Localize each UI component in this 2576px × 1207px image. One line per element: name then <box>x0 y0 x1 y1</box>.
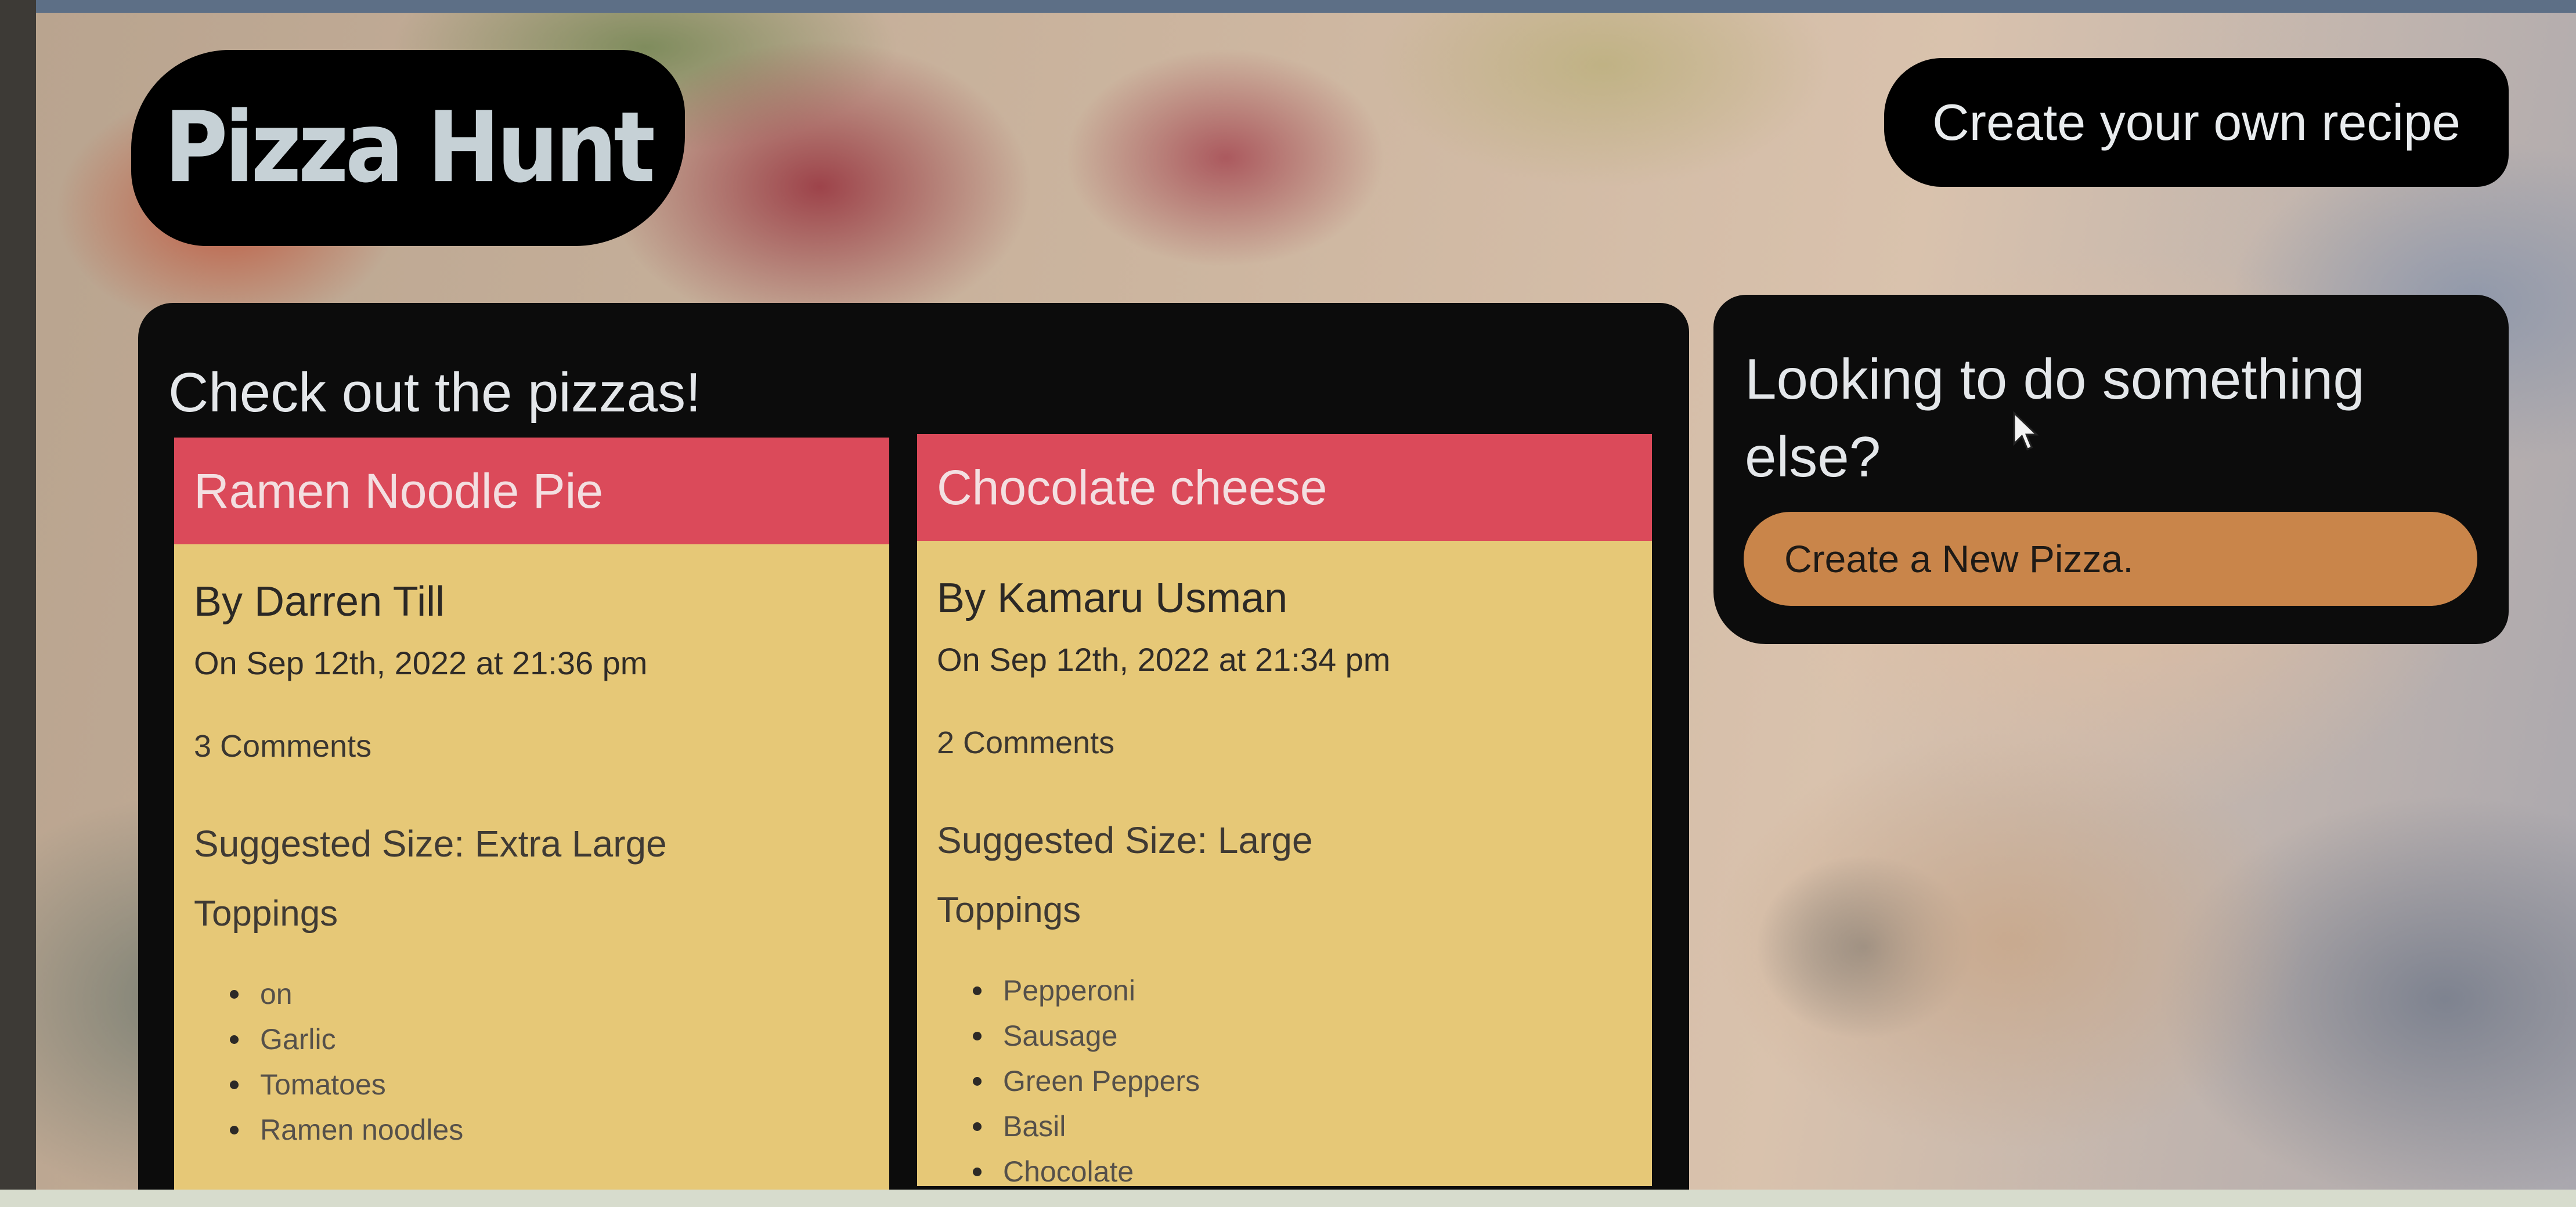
toppings-list: Pepperoni Sausage Green Peppers Basil Ch… <box>937 968 1632 1186</box>
pizza-comments-link[interactable]: 2 Comments <box>937 725 1114 761</box>
pizza-author: By Darren Till <box>194 579 445 625</box>
topping-item: Basil <box>973 1104 1632 1149</box>
topping-item: Ramen noodles <box>230 1107 870 1152</box>
mouse-cursor-icon <box>2013 411 2039 451</box>
pizza-card-body: By Darren Till On Sep 12th, 2022 at 21:3… <box>174 544 889 1152</box>
pizza-suggested-size: Suggested Size: Extra Large <box>194 823 667 865</box>
topping-item: on <box>230 971 870 1017</box>
pizza-card: Ramen Noodle Pie By Darren Till On Sep 1… <box>174 438 889 1190</box>
pizzas-heading: Check out the pizzas! <box>168 362 701 424</box>
pizza-date: On Sep 12th, 2022 at 21:36 pm <box>194 645 648 681</box>
create-recipe-link[interactable]: Create your own recipe <box>1884 58 2509 187</box>
logo[interactable]: Pizza Hunt <box>131 50 685 246</box>
pizza-author: By Kamaru Usman <box>937 575 1288 621</box>
pizza-comments-link[interactable]: 3 Comments <box>194 728 371 764</box>
pizzas-panel: Check out the pizzas! Ramen Noodle Pie B… <box>138 303 1689 1190</box>
topping-item: Sausage <box>973 1013 1632 1058</box>
topping-item: Garlic <box>230 1017 870 1062</box>
sidebar-heading: Looking to do something else? <box>1745 347 2365 489</box>
sidebar-panel: Looking to do something else? Create a N… <box>1713 295 2509 644</box>
topping-item: Tomatoes <box>230 1062 870 1107</box>
create-new-pizza-button[interactable]: Create a New Pizza. <box>1744 512 2477 606</box>
pizza-card-body: By Kamaru Usman On Sep 12th, 2022 at 21:… <box>917 541 1652 1186</box>
monitor-bezel-bottom <box>0 1190 2576 1207</box>
toppings-label: Toppings <box>194 894 338 934</box>
pizza-date: On Sep 12th, 2022 at 21:34 pm <box>937 641 1391 678</box>
pizza-suggested-size: Suggested Size: Large <box>937 819 1313 861</box>
monitor-bezel-left <box>0 0 36 1207</box>
topping-item: Pepperoni <box>973 968 1632 1013</box>
pizza-card: Chocolate cheese By Kamaru Usman On Sep … <box>917 434 1652 1186</box>
pizza-card-title[interactable]: Ramen Noodle Pie <box>174 438 889 544</box>
toppings-list: on Garlic Tomatoes Ramen noodles <box>194 971 870 1152</box>
toppings-label: Toppings <box>937 890 1081 930</box>
topping-item: Chocolate <box>973 1149 1632 1186</box>
logo-text: Pizza Hunt <box>164 91 655 205</box>
topping-item: Green Peppers <box>973 1058 1632 1104</box>
pizza-card-title[interactable]: Chocolate cheese <box>917 434 1652 541</box>
monitor-bezel-top <box>0 0 2576 13</box>
